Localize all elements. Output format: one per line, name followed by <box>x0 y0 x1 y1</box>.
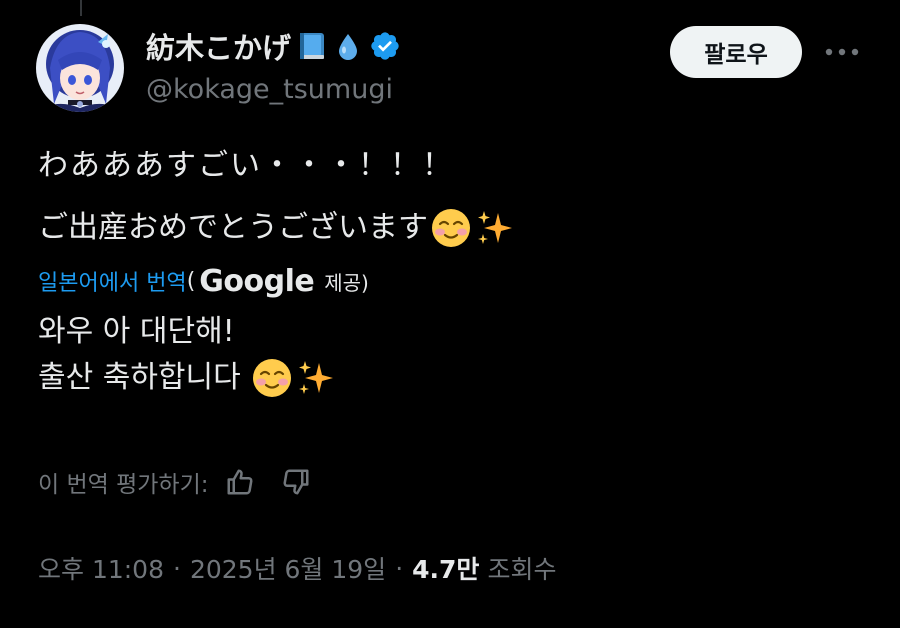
meta-separator: · <box>173 553 181 583</box>
rate-translation-row: 이 번역 평가하기: <box>38 462 313 502</box>
author-handle[interactable]: @kokage_tsumugi <box>146 74 393 105</box>
sparkles-emoji <box>474 207 516 249</box>
smiling-face-emoji <box>430 207 472 249</box>
translated-from-link[interactable]: 일본어에서 번역 <box>38 265 187 297</box>
avatar[interactable] <box>36 24 124 112</box>
avatar-image <box>36 24 124 112</box>
translated-text: 출산 축하합니다 <box>38 360 241 395</box>
translation-attribution: 일본어에서 번역 ( Google 제공) <box>38 262 369 300</box>
thumbs-down-icon[interactable] <box>279 465 313 499</box>
droplet-emoji <box>333 31 363 61</box>
author-name-row[interactable]: 紡木こかげ <box>146 26 401 66</box>
translated-text-line: 와우 아 대단해! <box>38 310 235 354</box>
post-date[interactable]: 2025년 6월 19일 <box>190 550 386 586</box>
post-time[interactable]: 오후 11:08 <box>38 550 164 586</box>
views-count[interactable]: 4.7만 <box>412 550 479 586</box>
translated-text-line: 출산 축하합니다 <box>38 356 337 400</box>
author-display-name[interactable]: 紡木こかげ <box>146 25 291 67</box>
paren-open: ( <box>186 268 196 294</box>
post-meta-row: 오후 11:08 · 2025년 6월 19일 · 4.7만 조회수 <box>38 548 556 588</box>
sparkles-emoji <box>295 357 337 399</box>
verified-badge-icon[interactable] <box>369 30 401 62</box>
post-text: ご出産おめでとうございます <box>38 210 428 245</box>
post-text-line: ご出産おめでとうございます <box>38 206 516 250</box>
blue-book-emoji <box>297 31 327 61</box>
follow-button[interactable]: 팔로우 <box>670 26 802 78</box>
provided-label: 제공) <box>324 270 369 295</box>
translated-text: 와우 아 대단해! <box>38 314 235 349</box>
thread-connector-line <box>80 0 82 16</box>
views-label[interactable]: 조회수 <box>487 550 556 586</box>
google-logo: Google <box>199 263 315 299</box>
rate-translation-label: 이 번역 평가하기: <box>38 472 209 498</box>
thumbs-up-icon[interactable] <box>223 465 257 499</box>
meta-separator: · <box>395 553 404 583</box>
post-text: わあああすごい・・・！！！ <box>38 148 454 183</box>
more-horizontal-icon[interactable] <box>824 38 860 66</box>
post-text-line: わあああすごい・・・！！！ <box>38 144 454 188</box>
smiling-face-emoji <box>251 357 293 399</box>
